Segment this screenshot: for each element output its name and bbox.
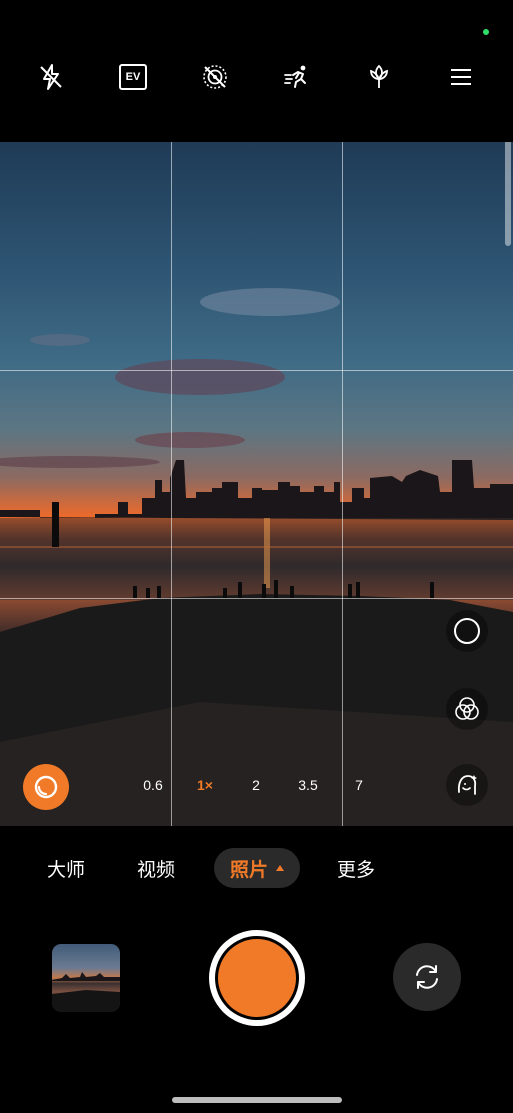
grid-line-vertical-2: [342, 142, 343, 826]
camera-mode-selector: 大师 视频 照片 更多: [0, 848, 513, 890]
portrait-enhance-icon: [457, 775, 477, 795]
grid-line-horizontal-1: [0, 370, 513, 371]
filter-button[interactable]: [446, 688, 488, 730]
camera-viewfinder[interactable]: [0, 142, 513, 826]
ev-button[interactable]: EV: [111, 52, 155, 102]
mode-master[interactable]: 大师: [36, 848, 96, 888]
portrait-enhance-button[interactable]: [446, 764, 488, 806]
caret-up-icon: [276, 865, 284, 871]
motion-capture-button[interactable]: [275, 52, 319, 102]
status-indicator-dot: [483, 29, 489, 35]
focus-circle-icon: [454, 618, 480, 644]
lens-icon: [34, 775, 58, 799]
menu-icon: [451, 69, 471, 85]
motion-capture-icon: [284, 65, 306, 88]
zoom-option-3-5[interactable]: 3.5: [287, 764, 329, 806]
mode-video[interactable]: 视频: [126, 848, 186, 888]
home-indicator-bar[interactable]: [172, 1097, 342, 1103]
gallery-thumbnail[interactable]: [52, 944, 120, 1012]
shutter-button[interactable]: [209, 930, 305, 1026]
ev-label: EV: [125, 71, 141, 83]
grid-line-vertical-1: [171, 142, 172, 826]
mode-more[interactable]: 更多: [326, 848, 386, 888]
lens-switch-button[interactable]: [23, 764, 69, 810]
viewfinder-scene-image: [0, 288, 513, 826]
zoom-option-1x[interactable]: 1×: [184, 764, 226, 806]
focus-mode-button[interactable]: [446, 610, 488, 652]
macro-icon: [370, 64, 388, 88]
filter-icon: [455, 697, 479, 720]
flash-off-icon: [40, 64, 62, 90]
ev-icon: EV: [119, 64, 147, 90]
zoom-option-0-6[interactable]: 0.6: [132, 764, 174, 806]
mode-photo[interactable]: 照片: [214, 848, 300, 888]
zoom-level-bar: 0.6 1× 2 3.5 7: [130, 764, 390, 806]
flash-toggle-button[interactable]: [29, 52, 73, 102]
switch-camera-button[interactable]: [393, 943, 461, 1011]
live-photo-off-icon: [203, 65, 227, 89]
mode-photo-label: 照片: [229, 859, 268, 881]
zoom-option-7[interactable]: 7: [338, 764, 380, 806]
macro-mode-button[interactable]: [357, 52, 401, 102]
live-photo-toggle-button[interactable]: [193, 52, 237, 102]
settings-menu-button[interactable]: [439, 52, 483, 102]
zoom-option-2[interactable]: 2: [235, 764, 277, 806]
camera-flip-icon: [416, 965, 438, 989]
grid-line-horizontal-2: [0, 598, 513, 599]
camera-top-toolbar: EV: [0, 52, 513, 102]
thumbnail-image: [52, 972, 120, 1012]
settings-scroll-handle[interactable]: [505, 142, 511, 246]
